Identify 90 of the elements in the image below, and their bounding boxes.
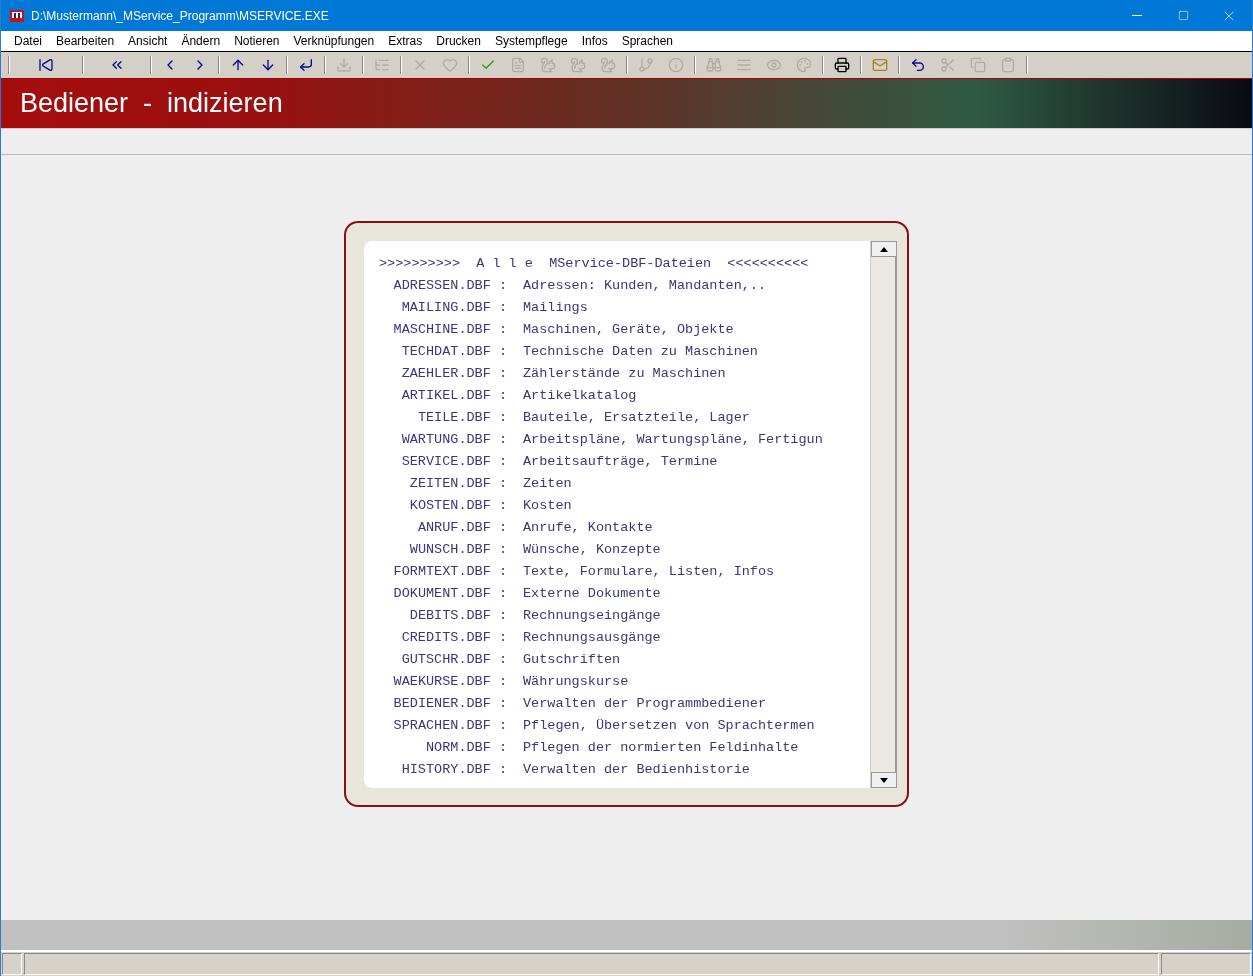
file-description: Rechnungseingänge — [523, 607, 662, 625]
scroll-up-button[interactable] — [871, 241, 897, 257]
window-title: D:\Mustermann\_MService_Programm\MSERVICE.EXE — [31, 8, 330, 23]
up-arrow-icon — [230, 57, 246, 73]
info-icon — [668, 57, 684, 73]
file-name: DOKUMENT.DBF : — [392, 585, 507, 603]
copy-icon — [970, 57, 986, 73]
file-description: Pflegen der normierten Feldinhalte — [523, 739, 800, 757]
squirrel-icon — [570, 57, 586, 73]
file-description: Arbeitsaufträge, Termine — [523, 453, 719, 471]
file-name: WAEKURSE.DBF : — [392, 673, 507, 691]
document-icon — [510, 57, 526, 73]
file-name: ZEITEN.DBF : — [408, 475, 507, 493]
menu-item[interactable]: Datei — [7, 34, 49, 48]
file-name: WUNSCH.DBF : — [408, 541, 507, 559]
file-description: Gutschriften — [523, 651, 622, 669]
file-description: Mailings — [523, 299, 589, 317]
file-description: Adressen: Kunden, Mandanten,.. — [523, 277, 768, 295]
menu-item[interactable]: Drucken — [429, 34, 488, 48]
scrollbar[interactable] — [870, 241, 897, 788]
paste-icon — [1000, 57, 1016, 73]
file-description: Texte, Formulare, Listen, Infos — [523, 563, 776, 581]
file-description: Artikelkatalog — [523, 387, 638, 405]
file-name: HISTORY.DBF : — [400, 761, 507, 779]
file-description: Anrufe, Kontakte — [523, 519, 654, 537]
file-name: SERVICE.DBF : — [400, 453, 507, 471]
file-description: Maschinen, Geräte, Objekte — [523, 321, 735, 339]
squirrel-icon — [600, 57, 616, 73]
file-name: FORMTEXT.DBF : — [392, 563, 507, 581]
file-name: TEILE.DBF : — [416, 409, 507, 427]
file-description: Pflegen, Übersetzen von Sprachtermen — [523, 717, 816, 735]
file-description: Verwalten der Bedienhistorie — [523, 761, 751, 779]
up-arrow-icon — [880, 246, 889, 252]
menu-item[interactable]: Extras — [381, 34, 430, 48]
file-description: Wünsche, Konzepte — [523, 541, 662, 559]
file-name: ANRUF.DBF : — [416, 519, 507, 537]
menu-item[interactable]: Bearbeiten — [49, 34, 122, 48]
down-arrow-icon — [880, 777, 889, 783]
file-name: KOSTEN.DBF : — [408, 497, 507, 515]
file-description: Rechnungsausgänge — [523, 629, 662, 647]
tree-icon — [374, 57, 390, 73]
file-name: SPRACHEN.DBF : — [392, 717, 507, 735]
squirrel-icon — [540, 57, 556, 73]
file-description: Arbeitspläne, Wartungspläne, Fertigun — [523, 431, 824, 449]
list-header: >>>>>>>>>> A l l e MService-DBF-Dateien <<<<<<<<<< — [379, 255, 810, 273]
binoculars-icon — [706, 57, 722, 73]
file-name: GUTSCHR.DBF : — [400, 651, 507, 669]
file-name: ADRESSEN.DBF : — [392, 277, 507, 295]
file-description: Zeiten — [523, 475, 573, 493]
menu-item[interactable]: Verknüpfungen — [286, 34, 382, 48]
cut-icon — [940, 57, 956, 73]
menu-item[interactable]: Notieren — [227, 34, 287, 48]
file-name: ZAEHLER.DBF : — [400, 365, 507, 383]
heart-icon — [442, 57, 458, 73]
file-description: Bauteile, Ersatzteile, Lager — [523, 409, 751, 427]
file-name: ARTIKEL.DBF : — [400, 387, 507, 405]
file-name: BEDIENER.DBF : — [392, 695, 507, 713]
enter-icon — [298, 57, 314, 73]
download-icon — [336, 57, 352, 73]
lines-icon — [736, 57, 752, 73]
minimize-icon — [1132, 15, 1142, 16]
file-name: CREDITS.DBF : — [400, 629, 507, 647]
file-name: WARTUNG.DBF : — [400, 431, 507, 449]
app-icon — [9, 7, 25, 24]
file-name: MAILING.DBF : — [400, 299, 507, 317]
scroll-down-button[interactable] — [871, 772, 897, 788]
menu-item[interactable]: Sprachen — [614, 34, 681, 48]
menu-item[interactable]: Ändern — [174, 34, 228, 48]
file-name: TECHDAT.DBF : — [400, 343, 507, 361]
page-title: Bediener - indizieren — [20, 88, 283, 119]
first-record-icon — [38, 57, 54, 73]
file-description: Währungskurse — [523, 673, 630, 691]
file-description: Verwalten der Programmbediener — [523, 695, 768, 713]
palette-icon — [796, 57, 812, 73]
maximize-icon — [1177, 10, 1189, 21]
menu-item[interactable]: Systempflege — [487, 34, 575, 48]
eye-icon — [766, 57, 782, 73]
file-description: Kosten — [523, 497, 573, 515]
printer-icon — [834, 57, 850, 73]
menu-item[interactable]: Infos — [574, 34, 615, 48]
branch-icon — [638, 57, 654, 73]
file-description: Technische Daten zu Maschinen — [523, 343, 759, 361]
file-name: DEBITS.DBF : — [408, 607, 507, 625]
file-name: NORM.DBF : — [425, 739, 507, 757]
mail-icon — [872, 57, 888, 73]
file-description: Externe Dokumente — [523, 585, 662, 603]
menu-item[interactable]: Ansicht — [121, 34, 175, 48]
undo-icon — [910, 57, 926, 73]
file-name: MASCHINE.DBF : — [392, 321, 507, 339]
file-description: Zählerstände zu Maschinen — [523, 365, 727, 383]
